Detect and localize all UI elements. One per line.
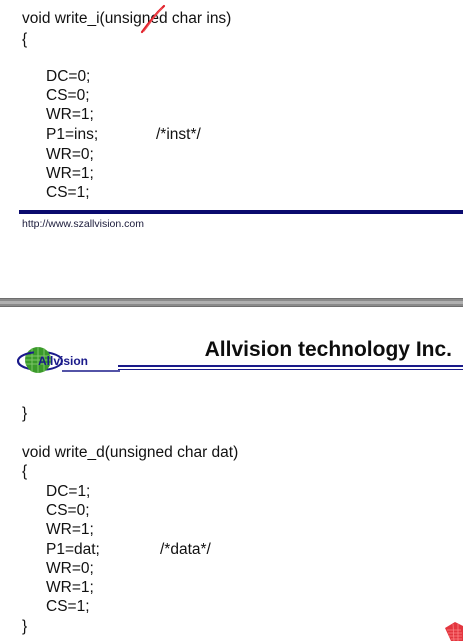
code-comment: /*inst*/: [156, 126, 201, 143]
code-line: void write_d(unsigned char dat): [22, 444, 239, 461]
code-line: CS=1;: [46, 598, 90, 615]
code-line: WR=0;: [46, 560, 94, 577]
page-break-inner: [0, 301, 463, 304]
code-line: WR=1;: [46, 165, 94, 182]
code-line: DC=1;: [46, 483, 91, 500]
code-line: WR=1;: [46, 521, 94, 538]
header-rule: [118, 365, 463, 367]
header-rule-thin: [118, 369, 463, 370]
code-line: {: [22, 31, 28, 48]
code-line: WR=1;: [46, 579, 94, 596]
red-ink-mark: [140, 4, 166, 34]
code-comment: /*data*/: [160, 541, 211, 558]
page-break: [0, 298, 463, 307]
logo-text: Allvision: [38, 354, 89, 368]
code-line: CS=0;: [46, 87, 90, 104]
company-name: Allvision technology Inc.: [204, 338, 452, 361]
footer-rule: [19, 210, 463, 214]
code-line: P1=dat;: [46, 541, 100, 558]
red-ink-mark: [445, 622, 463, 641]
code-line: {: [22, 463, 28, 480]
code-line: }: [22, 405, 28, 422]
footer-url[interactable]: http://www.szallvision.com: [22, 218, 144, 230]
code-line: }: [22, 618, 28, 635]
code-line: WR=0;: [46, 146, 94, 163]
code-line: void write_i(unsigned char ins): [22, 10, 232, 27]
code-line: P1=ins;: [46, 126, 99, 143]
code-line: WR=1;: [46, 106, 94, 123]
code-line: CS=0;: [46, 502, 90, 519]
code-line: DC=0;: [46, 68, 91, 85]
code-line: CS=1;: [46, 184, 90, 201]
